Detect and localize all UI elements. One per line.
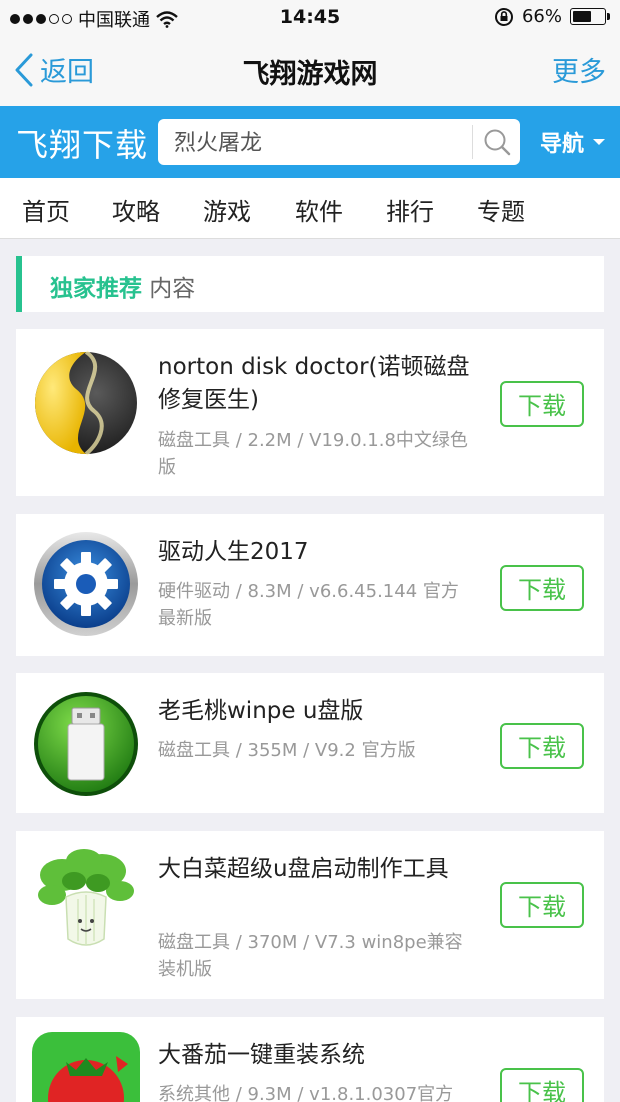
list-item[interactable]: 驱动人生2017 硬件驱动 / 8.3M / v6.6.45.144 官方最新版… [16, 514, 604, 656]
tab-games[interactable]: 游戏 [203, 192, 251, 227]
battery-icon [570, 8, 610, 25]
tab-software[interactable]: 软件 [295, 192, 343, 227]
site-logo[interactable]: 飞翔下载 [16, 120, 148, 166]
tab-guides[interactable]: 攻略 [112, 192, 160, 227]
battery-percent: 66% [521, 6, 562, 27]
tab-topics[interactable]: 专题 [477, 192, 525, 227]
navigation-menu-button[interactable]: 导航 [540, 126, 606, 158]
download-button[interactable]: 下载 [500, 381, 584, 427]
search-divider [472, 125, 473, 159]
gear-icon [34, 532, 138, 636]
usb-drive-icon [34, 692, 138, 796]
category-tabs: 首页 攻略 游戏 软件 排行 专题 [0, 178, 620, 239]
more-button[interactable]: 更多 [552, 50, 606, 89]
app-name[interactable]: 老毛桃winpe u盘版 [158, 695, 470, 728]
app-meta: 系统其他 / 9.3M / v1.8.1.0307官方 [158, 1084, 454, 1102]
list-item[interactable]: 大番茄一键重装系统 系统其他 / 9.3M / v1.8.1.0307官方 下载 [16, 1017, 604, 1102]
norton-icon [35, 350, 137, 456]
app-meta: 磁盘工具 / 370M / V7.3 win8pe兼容装机版 [158, 932, 463, 980]
list-item[interactable]: 老毛桃winpe u盘版 磁盘工具 / 355M / V9.2 官方版 下载 [16, 673, 604, 813]
section-title: 独家推荐 内容 [50, 269, 195, 303]
page-title: 飞翔游戏网 [242, 59, 378, 90]
caret-down-icon [593, 139, 606, 145]
tomato-icon [32, 1032, 140, 1102]
search-input[interactable] [174, 128, 454, 153]
section-header: 独家推荐 内容 [16, 256, 604, 312]
site-header: 飞翔下载 导航 [0, 106, 620, 178]
section-title-highlight: 独家推荐 [50, 276, 142, 302]
app-meta: 硬件驱动 / 8.3M / v6.6.45.144 官方最新版 [158, 581, 459, 629]
navigation-bar: 返回 飞翔游戏网 更多 [0, 34, 620, 107]
battery-status: 66% [494, 6, 610, 27]
search-box [158, 119, 520, 165]
download-button[interactable]: 下载 [500, 565, 584, 611]
list-item[interactable]: norton disk doctor(诺顿磁盘修复医生) 磁盘工具 / 2.2M… [16, 329, 604, 496]
navigation-menu-label: 导航 [540, 132, 585, 157]
search-icon[interactable] [480, 125, 514, 159]
app-meta: 磁盘工具 / 2.2M / V19.0.1.8中文绿色版 [158, 430, 468, 478]
app-name[interactable]: 大白菜超级u盘启动制作工具 [158, 853, 470, 886]
tab-home[interactable]: 首页 [22, 192, 70, 227]
list-item[interactable]: 大白菜超级u盘启动制作工具 磁盘工具 / 370M / V7.3 win8pe兼… [16, 831, 604, 999]
app-name[interactable]: norton disk doctor(诺顿磁盘修复医生) [158, 351, 470, 417]
section-accent-bar [16, 256, 22, 312]
download-button[interactable]: 下载 [500, 723, 584, 769]
app-meta: 磁盘工具 / 355M / V9.2 官方版 [158, 740, 416, 761]
status-bar: 中国联通 14:45 66% [0, 0, 620, 34]
app-name[interactable]: 大番茄一键重装系统 [158, 1039, 470, 1072]
download-button[interactable]: 下载 [500, 1068, 584, 1102]
rotation-lock-icon [494, 7, 513, 26]
download-button[interactable]: 下载 [500, 882, 584, 928]
tab-rankings[interactable]: 排行 [386, 192, 434, 227]
section-title-rest: 内容 [142, 276, 196, 302]
app-name[interactable]: 驱动人生2017 [158, 536, 470, 569]
battery-level [573, 11, 592, 22]
cabbage-icon [38, 849, 134, 946]
